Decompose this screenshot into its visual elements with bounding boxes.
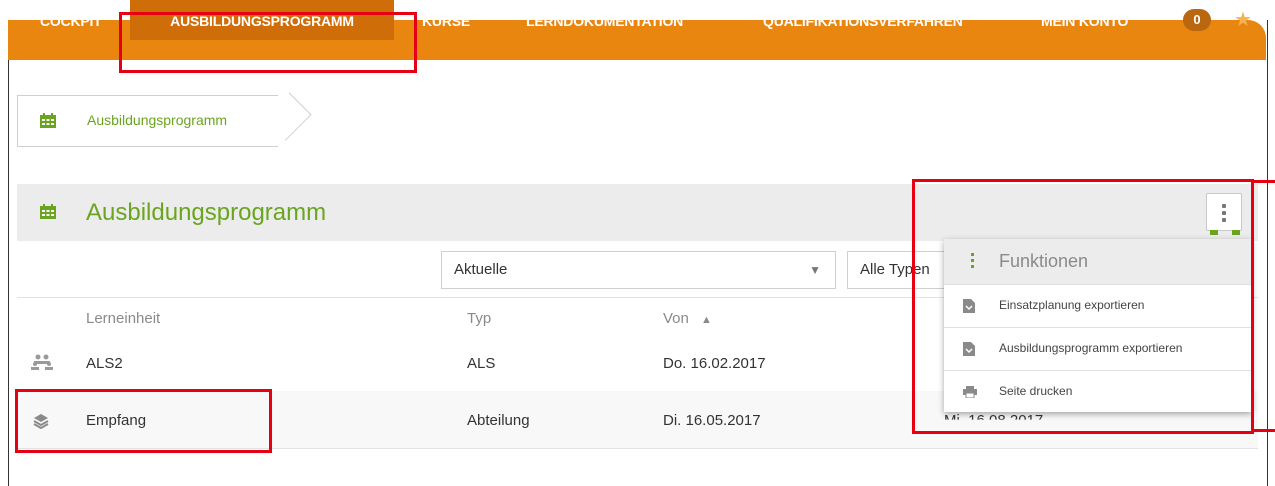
calendar-icon	[39, 204, 57, 225]
annotation-box	[912, 179, 1254, 434]
row-von: Do. 16.02.2017	[663, 355, 766, 372]
calendar-icon	[39, 113, 57, 134]
row-von: Di. 16.05.2017	[663, 412, 761, 429]
annotation-line	[1254, 180, 1275, 183]
page-title: Ausbildungsprogramm	[86, 199, 327, 226]
notification-badge[interactable]: 0	[1183, 9, 1211, 31]
row-typ: ALS	[467, 355, 496, 372]
star-icon[interactable]: ★	[1234, 9, 1252, 31]
sort-ascending-icon: ▲	[701, 314, 712, 326]
nav-item-kurse[interactable]: KURSE	[422, 0, 470, 40]
row-name[interactable]: ALS2	[86, 355, 123, 372]
nav-item-qualifikationsverfahren[interactable]: QUALIFIKATIONSVERFAHREN	[763, 0, 963, 40]
annotation-box	[119, 12, 417, 73]
nav-item-cockpit[interactable]: COCKPIT	[40, 0, 102, 40]
period-select[interactable]: Aktuelle ▼	[441, 251, 836, 289]
column-header-lerneinheit[interactable]: Lerneinheit	[86, 310, 160, 327]
breadcrumb-item-ausbildungsprogramm[interactable]: Ausbildungsprogramm	[87, 112, 227, 128]
group-icon	[31, 354, 53, 375]
nav-item-mein-konto[interactable]: MEIN KONTO	[1041, 0, 1128, 40]
column-header-von[interactable]: Von ▲	[663, 310, 712, 327]
annotation-box	[15, 389, 272, 453]
chevron-down-icon: ▼	[809, 263, 821, 277]
period-select-value: Aktuelle	[454, 261, 508, 278]
nav-item-lerndokumentation[interactable]: LERNDOKUMENTATION	[526, 0, 683, 40]
row-typ: Abteilung	[467, 412, 530, 429]
column-header-typ[interactable]: Typ	[467, 310, 491, 327]
column-header-von-label: Von	[663, 310, 689, 327]
annotation-line	[1254, 429, 1275, 432]
